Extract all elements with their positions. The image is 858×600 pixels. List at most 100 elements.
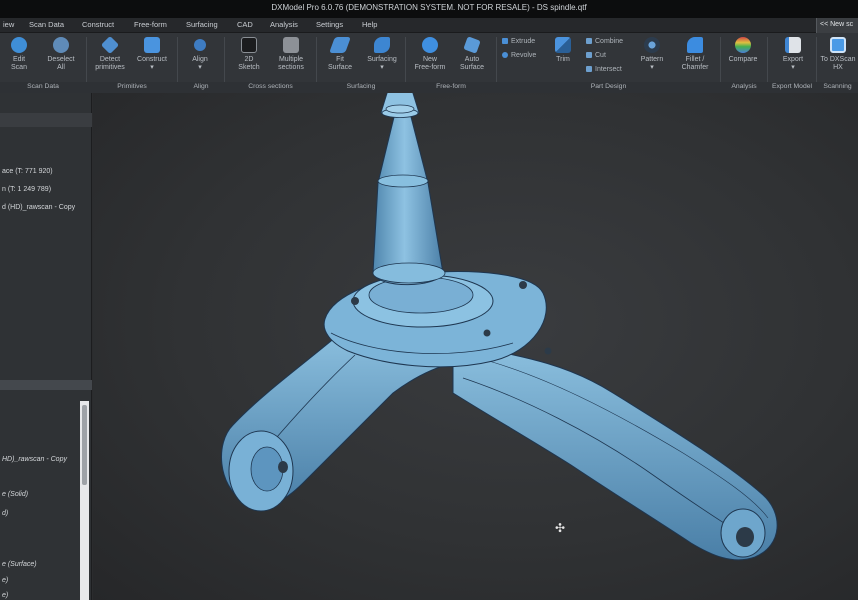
mouse-cursor-icon: ✣	[555, 521, 566, 535]
flange-bolt-hole	[351, 297, 359, 305]
group-free-form: Free-form	[436, 83, 466, 90]
title-bar: DXModel Pro 6.0.76 (DEMONSTRATION SYSTEM…	[0, 0, 858, 18]
tree-item[interactable]: e)	[2, 577, 8, 584]
group-export-model: Export Model	[771, 83, 813, 90]
detect-primitives-button[interactable]: Detect primitives	[88, 35, 132, 83]
menu-help[interactable]: Help	[362, 20, 377, 29]
ribbon-separator	[405, 37, 406, 83]
group-primitives: Primitives	[117, 83, 147, 90]
tree-item[interactable]: e)	[2, 592, 8, 599]
menu-surfacing[interactable]: Surfacing	[186, 20, 218, 29]
pattern-icon	[644, 37, 660, 53]
pattern-label: Pattern ▾	[640, 56, 664, 71]
menu-bar: iew Scan Data Construct Free-form Surfac…	[0, 18, 858, 33]
deselect-all-button[interactable]: Deselect All	[39, 37, 83, 83]
ribbon-separator	[316, 37, 317, 83]
cut-button[interactable]: Cut	[586, 52, 606, 59]
sketch-icon	[241, 37, 257, 53]
trim-button[interactable]: Trim	[541, 37, 585, 83]
tree-scrollbar[interactable]	[80, 401, 89, 600]
scan-info-line[interactable]: d (HD)_rawscan - Copy	[2, 204, 75, 211]
pattern-button[interactable]: Pattern ▾	[630, 37, 674, 83]
export-label: Export ▾	[782, 56, 804, 71]
tree-item[interactable]: d)	[2, 510, 8, 517]
new-freeform-label: New Free-form	[414, 56, 446, 71]
left-arm-inner	[250, 446, 284, 492]
combine-button[interactable]: Combine	[586, 38, 623, 45]
menu-cad[interactable]: CAD	[237, 20, 253, 29]
trim-icon	[555, 37, 571, 53]
model-tree-header[interactable]	[0, 380, 92, 390]
revolve-label: Revolve	[511, 52, 537, 59]
shaft-step	[372, 262, 446, 284]
surfacing-button[interactable]: Surfacing ▾	[360, 37, 404, 83]
tree-item[interactable]: e (Solid)	[2, 491, 28, 498]
spindle-shaft	[372, 112, 444, 286]
export-button[interactable]: Export ▾	[771, 37, 815, 83]
edit-scan-label: Edit Scan	[11, 56, 27, 71]
window-title: DXModel Pro 6.0.76 (DEMONSTRATION SYSTEM…	[271, 3, 587, 12]
sketch-2d-button[interactable]: 2D Sketch	[227, 37, 271, 83]
group-analysis: Analysis	[731, 83, 757, 90]
to-dxscan-button[interactable]: To DXScan HX	[816, 37, 858, 83]
detect-primitives-label: Detect primitives	[95, 56, 125, 71]
combine-label: Combine	[595, 38, 624, 45]
compare-button[interactable]: Compare	[721, 37, 765, 83]
surfacing-icon	[374, 37, 390, 53]
menu-view[interactable]: iew	[3, 20, 14, 29]
menu-free-form[interactable]: Free-form	[134, 20, 167, 29]
auto-surface-button[interactable]: Auto Surface	[450, 36, 494, 83]
group-align: Align	[193, 83, 209, 90]
multiple-sections-label: Multiple sections	[278, 56, 304, 71]
align-button[interactable]: Align ▾	[178, 37, 222, 83]
switch-interface-button[interactable]: << New sc	[816, 18, 858, 33]
construct-button[interactable]: Construct ▾	[130, 37, 174, 83]
primitives-cube-icon	[100, 35, 120, 55]
combine-icon	[586, 38, 592, 45]
tree-scroll-thumb[interactable]	[82, 405, 87, 485]
3d-viewport[interactable]: ✣	[93, 93, 858, 600]
fit-surface-icon	[329, 37, 351, 53]
revolve-icon	[502, 52, 508, 59]
shaft-collar	[377, 174, 429, 188]
surfacing-label: Surfacing ▾	[367, 56, 397, 71]
fit-surface-button[interactable]: Fit Surface	[318, 37, 362, 83]
edit-scan-icon	[11, 37, 27, 53]
revolve-button[interactable]: Revolve	[502, 52, 536, 59]
flange-bolt-hole	[544, 347, 552, 355]
spindle-model[interactable]	[93, 93, 858, 600]
edit-scan-button[interactable]: Edit Scan	[0, 37, 41, 83]
menu-analysis[interactable]: Analysis	[270, 20, 298, 29]
ribbon-separator	[224, 37, 225, 83]
menu-settings[interactable]: Settings	[316, 20, 343, 29]
tree-item[interactable]: HD)_rawscan - Copy	[2, 456, 67, 463]
new-freeform-button[interactable]: New Free-form	[408, 37, 452, 83]
dxscan-icon	[830, 37, 846, 53]
menu-construct[interactable]: Construct	[82, 20, 114, 29]
auto-surface-icon	[463, 36, 481, 54]
trim-label: Trim	[556, 56, 570, 63]
fillet-chamfer-label: Fillet / Chamfer	[681, 56, 709, 71]
ribbon-separator	[496, 37, 497, 83]
extrude-icon	[502, 38, 508, 45]
intersect-label: Intersect	[595, 66, 622, 73]
group-scan-data: Scan Data	[27, 83, 59, 90]
fit-surface-label: Fit Surface	[327, 56, 353, 71]
deselect-all-label: Deselect All	[47, 56, 75, 71]
align-icon	[194, 39, 206, 51]
left-arm-bore	[278, 461, 288, 473]
scan-info-line: ace (T: 771 920)	[2, 168, 53, 175]
freeform-icon	[422, 37, 438, 53]
compare-icon	[735, 37, 751, 53]
multiple-sections-button[interactable]: Multiple sections	[269, 37, 313, 83]
align-label: Align ▾	[192, 56, 208, 71]
flange-bolt-hole	[483, 329, 491, 337]
tree-item[interactable]: e (Surface)	[2, 561, 37, 568]
ribbon-group-labels: Scan Data Primitives Align Cross section…	[0, 82, 858, 93]
scan-panel-header[interactable]	[0, 113, 92, 127]
menu-scan-data[interactable]: Scan Data	[29, 20, 64, 29]
fillet-chamfer-button[interactable]: Fillet / Chamfer	[673, 37, 717, 83]
extrude-button[interactable]: Extrude	[502, 38, 535, 45]
intersect-button[interactable]: Intersect	[586, 66, 622, 73]
to-dxscan-label: To DXScan HX	[820, 56, 856, 71]
